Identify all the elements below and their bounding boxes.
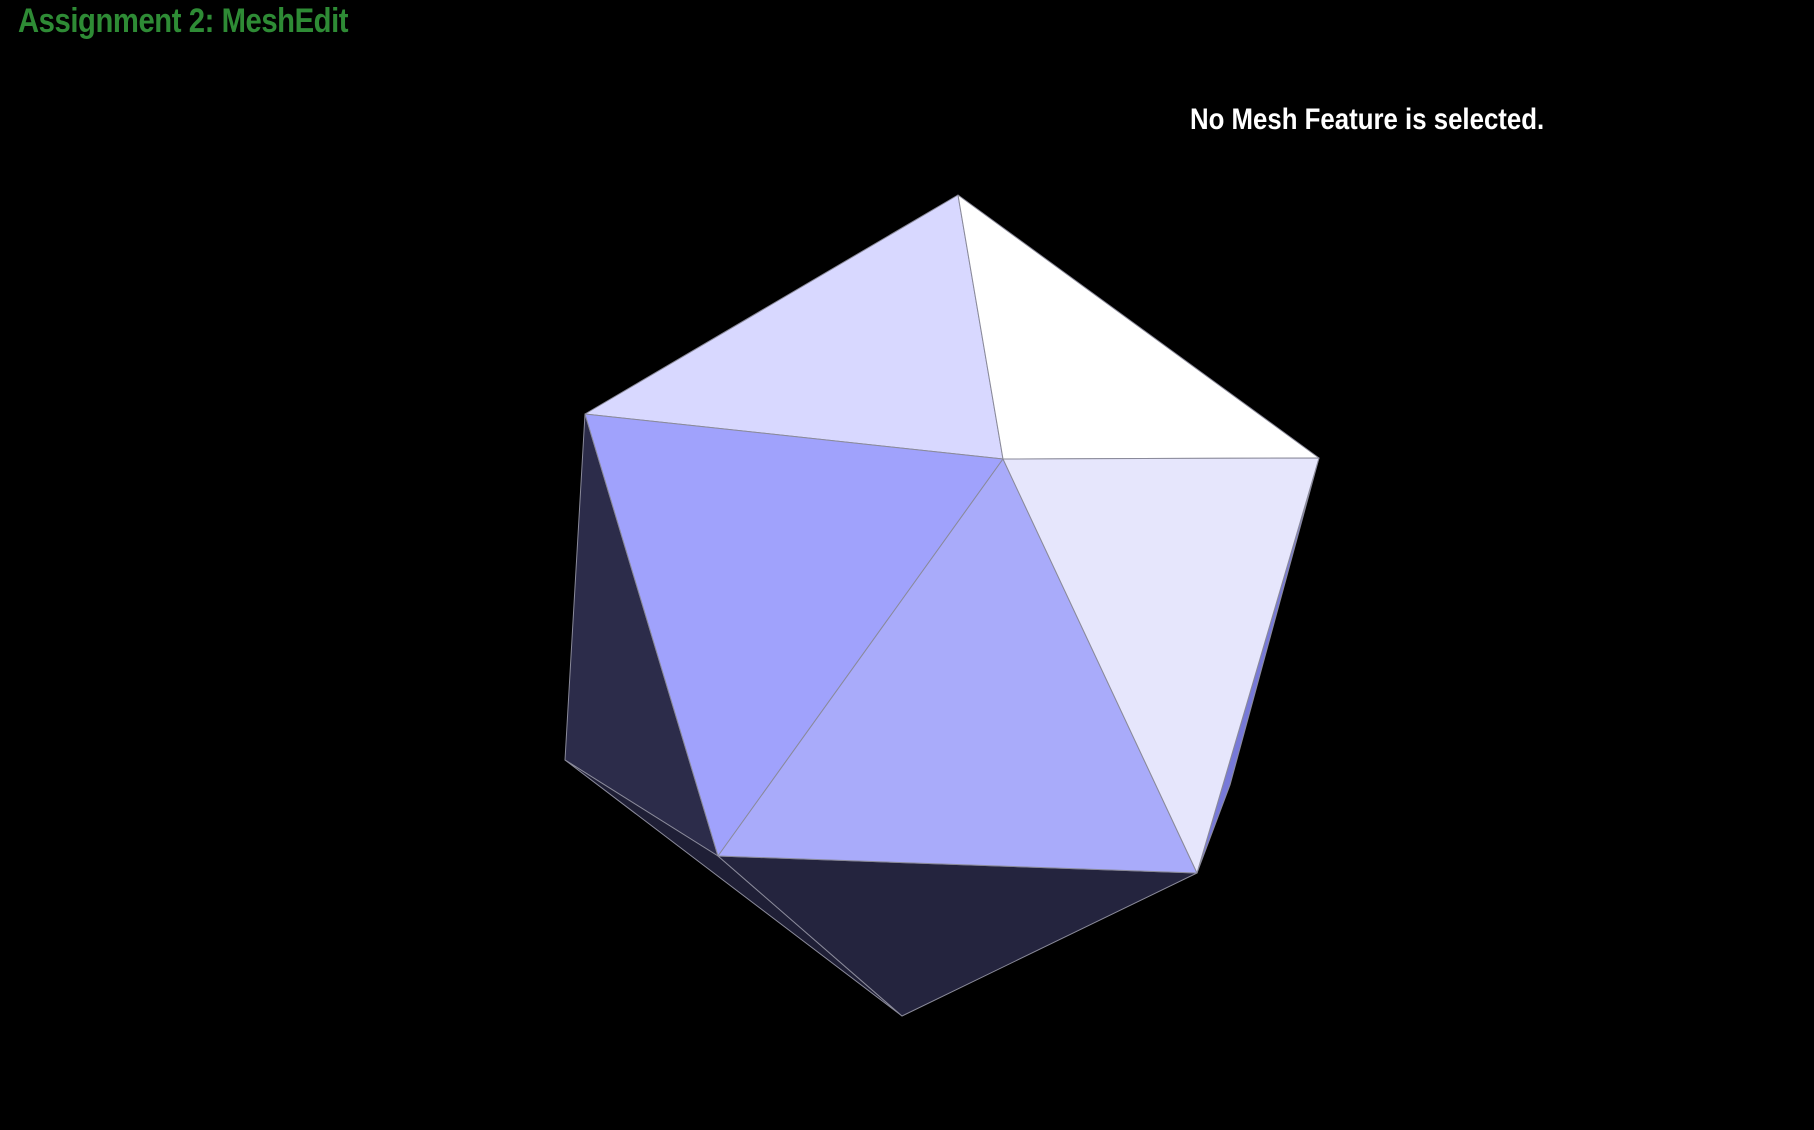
mesh-face-bottom-back[interactable]: [717, 855, 1198, 1017]
app-title: Assignment 2: MeshEdit: [18, 2, 349, 40]
mesh-face-top-left[interactable]: [584, 194, 1004, 460]
mesh-canvas[interactable]: [0, 0, 1814, 1130]
mesh-face-top-right[interactable]: [957, 194, 1320, 460]
selection-status: No Mesh Feature is selected.: [1190, 103, 1545, 136]
mesh-viewport[interactable]: [0, 0, 1814, 1130]
